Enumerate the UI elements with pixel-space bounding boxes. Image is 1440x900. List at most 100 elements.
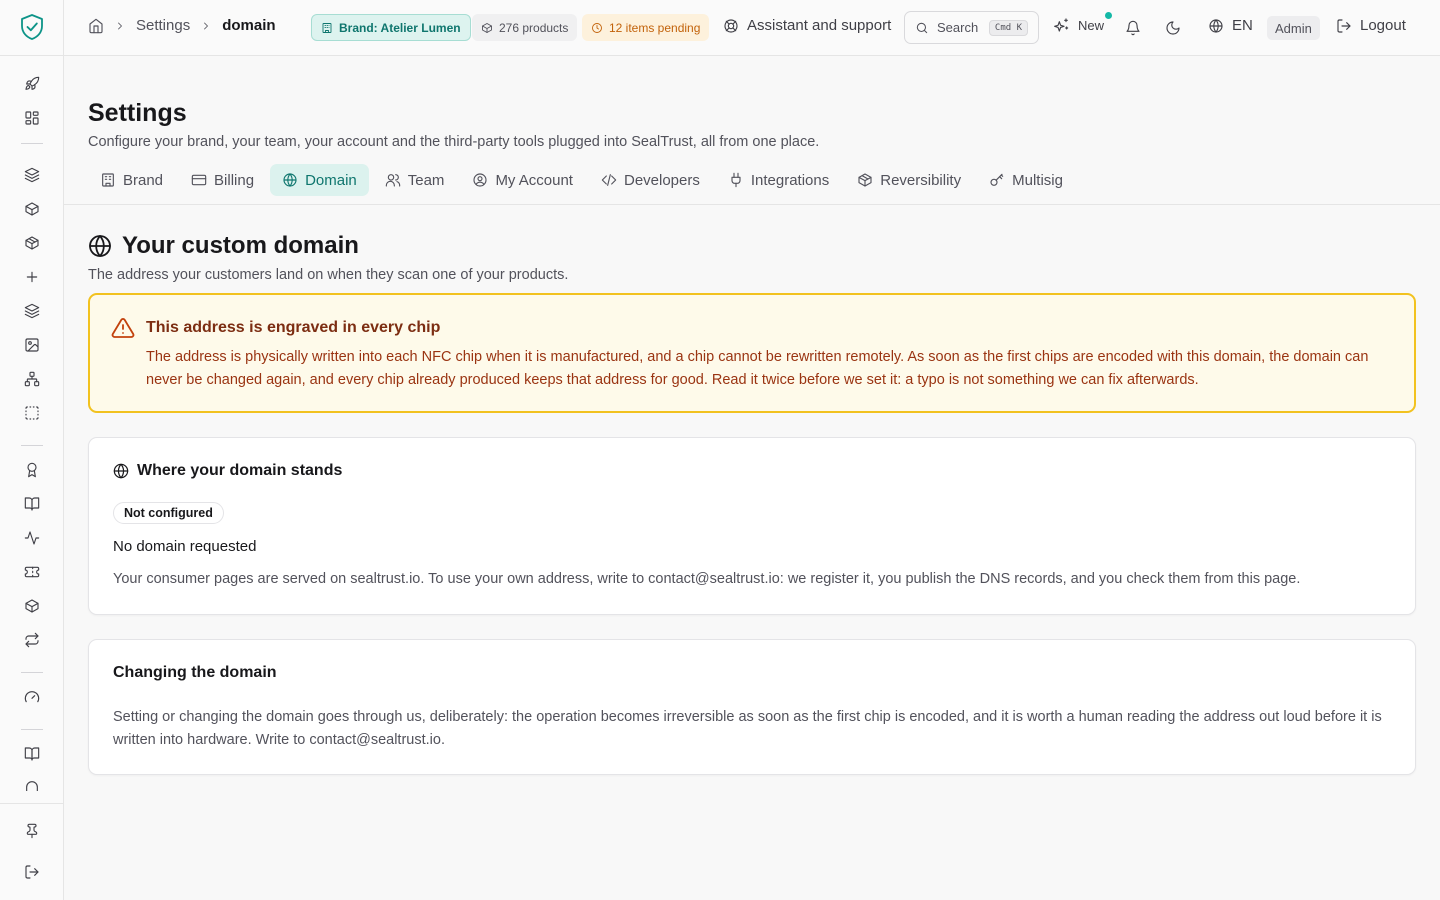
settings-header: Settings Configure your brand, your team…: [64, 56, 1440, 205]
sign-out-icon[interactable]: [23, 863, 41, 881]
layers-icon[interactable]: [23, 166, 41, 184]
sidebar-divider: [21, 729, 43, 730]
package-icon[interactable]: [23, 234, 41, 252]
ticket-icon[interactable]: [23, 563, 41, 581]
dashboard-icon[interactable]: [23, 109, 41, 127]
warning-body: The address is physically written into e…: [146, 349, 1369, 388]
brand-pill-label: Brand: Atelier Lumen: [339, 20, 461, 35]
users-icon: [385, 174, 400, 187]
sidebar-divider: [0, 55, 64, 56]
globe-icon: [1209, 18, 1223, 33]
tab-domain[interactable]: Domain: [270, 164, 369, 196]
products-count-label: 276 products: [499, 20, 569, 35]
search-shortcut-hint: Cmd K: [988, 19, 1028, 36]
new-indicator-dot: [1105, 12, 1112, 19]
tab-label: Brand: [123, 171, 164, 189]
change-domain-card: Changing the domain Setting or changing …: [88, 639, 1416, 775]
globe-icon: [283, 173, 297, 187]
home-icon[interactable]: [88, 18, 104, 34]
building-icon: [102, 173, 114, 187]
tab-label: Billing: [214, 171, 255, 189]
tab-label: Team: [407, 171, 445, 189]
status-description: Your consumer pages are served on sealtr…: [113, 571, 1301, 587]
lifebuoy-icon: [724, 18, 738, 33]
status-badge: Not configured: [113, 502, 224, 524]
package-check-icon[interactable]: [23, 597, 41, 615]
tab-label: My Account: [495, 171, 573, 189]
assistant-support-label: Assistant and support: [747, 17, 892, 34]
award-icon[interactable]: [23, 461, 41, 479]
new-button[interactable]: New: [1054, 17, 1104, 33]
card-title: Changing the domain: [113, 664, 277, 681]
language-switcher[interactable]: EN: [1208, 17, 1253, 34]
gauge-icon[interactable]: [23, 688, 41, 706]
pending-items-pill[interactable]: 12 items pending: [582, 14, 710, 41]
pin-icon[interactable]: [23, 822, 41, 840]
book-icon[interactable]: [23, 745, 41, 763]
box-icon[interactable]: [23, 200, 41, 218]
shield-check-logo-icon[interactable]: [19, 13, 45, 41]
plus-icon[interactable]: [23, 268, 41, 286]
tab-team[interactable]: Team: [373, 164, 457, 196]
rocket-icon[interactable]: [23, 75, 41, 93]
card-header: Where your domain stands: [113, 462, 342, 480]
tab-label: Reversibility: [880, 171, 962, 189]
breadcrumb: Settings domain: [88, 17, 276, 34]
sidebar-divider: [21, 143, 43, 144]
box-icon: [482, 22, 492, 33]
warning-title: This address is engraved in every chip: [146, 319, 441, 336]
scan-icon[interactable]: [23, 404, 41, 422]
tab-brand[interactable]: Brand: [88, 164, 175, 196]
bell-icon[interactable]: [1124, 19, 1142, 37]
clock-icon: [592, 22, 602, 33]
activity-icon[interactable]: [23, 529, 41, 547]
sidebar-divider: [0, 803, 64, 804]
network-icon[interactable]: [23, 370, 41, 388]
tab-billing[interactable]: Billing: [179, 164, 266, 196]
tab-label: Developers: [623, 171, 700, 189]
alert-triangle-icon: [111, 318, 135, 338]
card-header: Changing the domain: [113, 664, 277, 682]
tab-integrations[interactable]: Integrations: [716, 164, 841, 196]
brand-pill[interactable]: Brand: Atelier Lumen: [311, 14, 471, 41]
language-label: EN: [1232, 17, 1253, 34]
moon-icon[interactable]: [1164, 19, 1182, 37]
credit-card-icon: [191, 174, 207, 186]
search-input[interactable]: Search Cmd K: [904, 11, 1039, 44]
key-icon: [990, 173, 1004, 186]
section-header: Your custom domain: [88, 232, 359, 260]
assistant-support-button[interactable]: Assistant and support: [723, 17, 891, 34]
page-subtitle: Configure your brand, your team, your ac…: [88, 134, 820, 150]
tab-my-account[interactable]: My Account: [460, 164, 585, 196]
stack-icon[interactable]: [23, 302, 41, 320]
products-count-pill[interactable]: 276 products: [472, 14, 578, 41]
image-icon[interactable]: [23, 336, 41, 354]
change-domain-body: Setting or changing the domain goes thro…: [113, 709, 1382, 748]
logout-button[interactable]: Logout: [1336, 17, 1406, 34]
plug-icon: [731, 172, 741, 188]
breadcrumb-settings-link[interactable]: Settings: [136, 17, 190, 34]
pending-items-label: 12 items pending: [609, 20, 701, 35]
sidebar-divider: [21, 445, 43, 446]
tab-label: Integrations: [750, 171, 830, 189]
tab-multisig[interactable]: Multisig: [977, 164, 1075, 196]
logout-icon: [1337, 18, 1351, 33]
breadcrumb-current: domain: [222, 17, 276, 34]
user-circle-icon: [473, 173, 488, 187]
tab-label: Domain: [305, 171, 357, 189]
section-title: Your custom domain: [122, 232, 359, 259]
globe-icon: [89, 235, 111, 257]
search-placeholder: Search: [937, 20, 979, 35]
tab-label: Multisig: [1012, 171, 1063, 189]
role-badge: Admin: [1267, 16, 1320, 40]
status-headline: No domain requested: [113, 538, 257, 555]
tab-developers[interactable]: Developers: [589, 164, 712, 196]
arch-icon[interactable]: [23, 779, 41, 791]
card-title: Where your domain stands: [137, 462, 343, 479]
sidebar-divider: [21, 672, 43, 673]
logout-label: Logout: [1360, 17, 1406, 34]
book-open-icon[interactable]: [23, 495, 41, 513]
tab-reversibility[interactable]: Reversibility: [845, 164, 973, 196]
repeat-icon[interactable]: [23, 631, 41, 649]
search-icon: [916, 22, 928, 33]
